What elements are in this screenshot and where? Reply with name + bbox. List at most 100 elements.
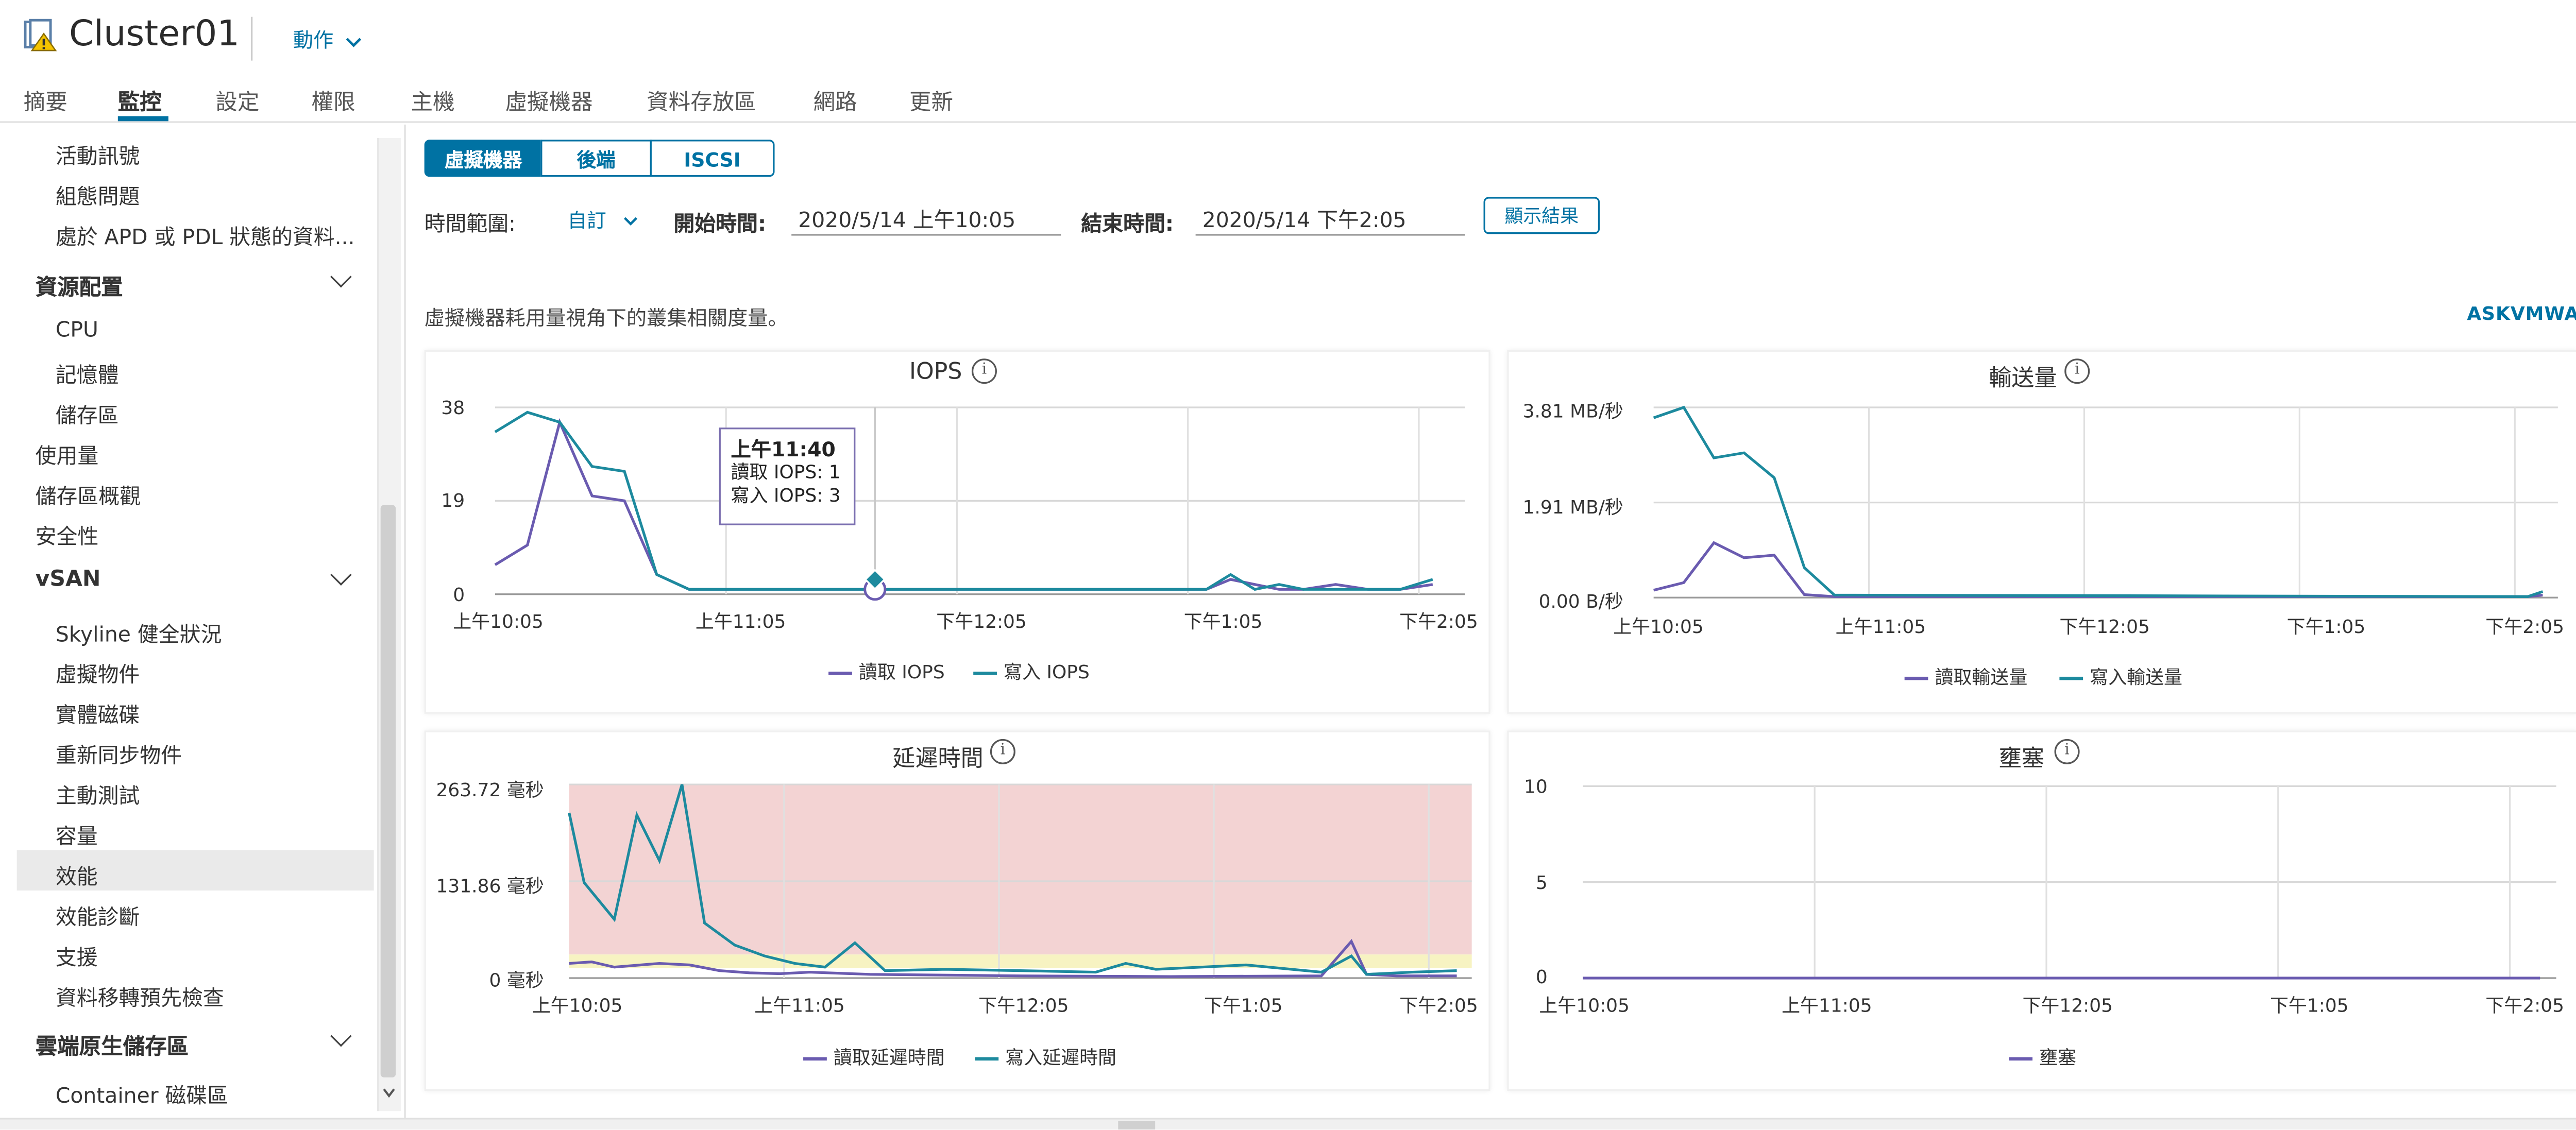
tab-updates[interactable]: 更新 [909,84,953,116]
sidebar-item-storage[interactable]: 儲存區 [56,397,119,429]
start-time-label: 開始時間: [673,210,767,236]
legend-write-throughput[interactable]: 寫入輸送量 [2059,663,2182,690]
legend-read-throughput[interactable]: 讀取輸送量 [1904,663,2027,690]
legend-swatch [1904,676,1928,680]
askvmware-link[interactable]: ASKVMWARE [2467,303,2576,324]
show-results-button[interactable]: 顯示結果 [1483,197,1600,234]
end-time-label: 結束時間: [1081,210,1174,236]
tab-vms[interactable]: 虛擬機器 [505,84,593,116]
sidebar-item-memory[interactable]: 記憶體 [56,357,119,389]
sidebar-group-vsan[interactable]: vSAN [36,567,101,592]
sidebar-item-heartbeat[interactable]: 活動訊號 [56,138,140,170]
chevron-down-icon[interactable] [330,564,352,586]
sidebar-item-perf-diagnostics[interactable]: 效能診斷 [56,899,140,931]
tooltip-time: 上午11:40 [731,437,836,461]
legend-congestion[interactable]: 壅塞 [2009,1043,2076,1070]
tab-datastores[interactable]: 資料存放區 [647,84,756,116]
sidebar-item-container-volumes[interactable]: Container 磁碟區 [56,1077,228,1109]
sidebar-item-apd-pdl[interactable]: 處於 APD 或 PDL 狀態的資料... [56,219,355,251]
info-icon[interactable]: i [990,739,1015,764]
info-icon[interactable]: i [2054,739,2080,764]
tab-configure[interactable]: 設定 [215,84,259,116]
cluster-warning-icon [24,19,57,52]
sidebar-item-performance[interactable]: 效能 [56,859,98,891]
segment-vm[interactable]: 虛擬機器 [424,140,543,177]
legend-read-iops[interactable]: 讀取 IOPS [828,658,945,685]
sidebar-group-resource-allocation[interactable]: 資源配置 [36,269,123,301]
y-tick-label: 1.91 MB/秒 [1522,496,1623,519]
y-tick-label: 0 [1535,966,1548,988]
tab-networks[interactable]: 網路 [814,84,857,116]
chevron-down-icon[interactable] [330,266,352,288]
sidebar-item-skyline-health[interactable]: Skyline 健全狀況 [56,616,222,648]
sidebar-item-virtual-objects[interactable]: 虛擬物件 [56,657,140,689]
tab-monitor[interactable]: 監控 [118,84,162,116]
sidebar-item-physical-disks[interactable]: 實體磁碟 [56,697,140,729]
legend-label: 寫入 IOPS [1004,661,1090,684]
sidebar-item-security[interactable]: 安全性 [36,519,99,551]
sidebar-item-data-migration-precheck[interactable]: 資料移轉預先檢查 [56,980,224,1012]
sidebar-item-support[interactable]: 支援 [56,939,98,971]
sidebar-group-cloud-native-storage[interactable]: 雲端原生儲存區 [36,1029,189,1060]
chart-title-iops: IOPS [909,358,962,386]
x-tick-label: 上午10:05 [453,611,544,633]
sidebar-item-utilization[interactable]: 使用量 [36,438,99,470]
sidebar-item-resync-objects[interactable]: 重新同步物件 [56,738,182,769]
x-tick-label: 上午11:05 [695,611,786,633]
chart-title-latency: 延遲時間 [892,745,984,773]
legend-label: 寫入輸送量 [2090,666,2182,689]
chevron-down-icon [346,37,361,47]
segment-backend[interactable]: 後端 [540,140,652,177]
sidebar-scrollbar-thumb[interactable] [380,505,396,1077]
legend-write-latency[interactable]: 寫入延遲時間 [975,1043,1116,1070]
x-tick-label: 下午2:05 [2485,995,2564,1017]
y-tick-label: 10 [1523,776,1548,798]
info-icon[interactable]: i [2064,358,2090,384]
scroll-down-icon[interactable] [382,1087,396,1098]
sidebar-item-config-issues[interactable]: 組態問題 [56,178,140,210]
sidebar-divider [404,124,406,1118]
header-divider [251,16,253,61]
x-tick-label: 上午11:05 [1835,616,1926,638]
time-range-label: 時間範圍: [424,210,516,236]
end-time-input[interactable] [1195,200,1465,236]
chevron-down-icon[interactable] [330,1025,352,1047]
x-tick-label: 下午12:05 [936,611,1027,633]
legend-swatch [803,1057,827,1061]
iops-tooltip: 上午11:40 讀取 IOPS: 1 寫入 IOPS: 3 [719,427,856,525]
sidebar-item-cpu[interactable]: CPU [56,316,98,341]
tab-summary[interactable]: 摘要 [24,84,67,116]
throughput-line-chart[interactable] [1653,405,2558,598]
legend-write-iops[interactable]: 寫入 IOPS [973,658,1090,685]
bottom-panel-bar [0,1118,2576,1130]
legend-read-latency[interactable]: 讀取延遲時間 [803,1043,945,1070]
chevron-down-icon [623,217,637,226]
iops-line-chart[interactable] [494,406,1465,601]
congestion-line-chart[interactable] [1583,785,2556,980]
chart-title-congestion: 壅塞 [1998,745,2044,773]
y-tick-label: 19 [441,490,465,512]
legend-label: 讀取 IOPS [858,661,945,684]
sidebar-item-capacity[interactable]: 容量 [56,818,98,850]
latency-warning-zone [569,954,1472,968]
time-range-select[interactable]: 自訂 [567,207,637,234]
legend-label: 讀取延遲時間 [833,1047,945,1069]
page-title: Cluster01 [69,13,240,54]
x-tick-label: 下午2:05 [1399,995,1478,1017]
series-line-read [1653,541,2543,598]
info-icon[interactable]: i [971,358,997,384]
sidebar-item-proactive-tests[interactable]: 主動測試 [56,778,140,810]
bottom-panel-handle[interactable] [1118,1121,1156,1130]
sidebar-item-storage-overview[interactable]: 儲存區概觀 [36,478,141,510]
start-time-input[interactable] [791,200,1061,236]
legend-label: 壅塞 [2039,1047,2077,1069]
active-tab-indicator [117,116,168,122]
x-tick-label: 上午11:05 [1782,995,1872,1017]
tab-hosts[interactable]: 主機 [411,84,455,116]
tab-permissions[interactable]: 權限 [312,84,355,116]
latency-line-chart[interactable] [568,783,1472,979]
x-tick-label: 下午12:05 [978,995,1069,1017]
vsphere-window: Cluster01 動作 摘要 監控 設定 權限 主機 虛擬機器 資料存放區 網… [0,0,2576,1130]
actions-menu-button[interactable]: 動作 [293,25,362,54]
segment-iscsi[interactable]: ISCSI [650,140,775,177]
